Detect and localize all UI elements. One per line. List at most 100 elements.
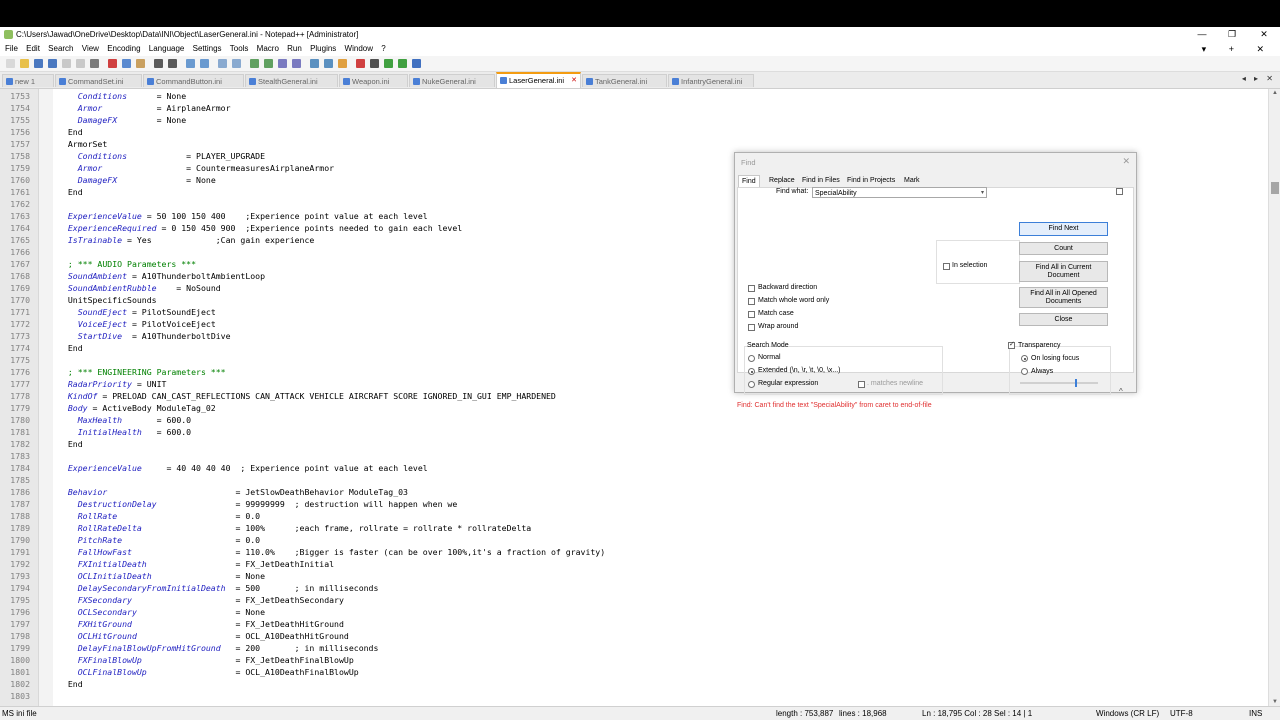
show-all-chars-icon[interactable] — [278, 59, 287, 68]
menu-file[interactable]: File — [5, 42, 18, 56]
menu-macro[interactable]: Macro — [257, 42, 279, 56]
menu-plugins[interactable]: Plugins — [310, 42, 336, 56]
menu-tools[interactable]: Tools — [230, 42, 249, 56]
transparency-checkbox[interactable] — [1008, 340, 1015, 349]
print-icon[interactable] — [90, 59, 99, 68]
find-options-checkbox[interactable] — [1116, 188, 1123, 195]
find-what-input[interactable]: SpecialAbility ▾ — [812, 187, 987, 198]
sync-scroll-icon[interactable] — [250, 59, 259, 68]
wrap-around-checkbox[interactable] — [748, 324, 755, 331]
function-list-icon[interactable] — [324, 59, 333, 68]
tab-scroll-arrows[interactable]: ◂ ▸ ✕ — [1242, 74, 1276, 83]
close-file-icon[interactable] — [62, 59, 71, 68]
slider-knob[interactable] — [1075, 379, 1077, 387]
dialog-close-icon[interactable]: ✕ — [1122, 156, 1130, 167]
save-all-icon[interactable] — [48, 59, 57, 68]
minimize-button[interactable]: — — [1190, 27, 1214, 42]
folder-workspace-icon[interactable] — [338, 59, 347, 68]
mode-regex-radio[interactable] — [748, 381, 755, 388]
in-selection-checkbox[interactable] — [943, 263, 950, 270]
collapse-arrow-icon[interactable]: ^ — [1119, 387, 1123, 396]
scrollbar-thumb[interactable] — [1271, 182, 1279, 194]
count-button[interactable]: Count — [1019, 242, 1108, 255]
word-wrap-icon[interactable] — [264, 59, 273, 68]
zoom-out-icon[interactable] — [232, 59, 241, 68]
find-next-button[interactable]: Find Next — [1019, 222, 1108, 236]
tab-mark[interactable]: Mark — [901, 175, 923, 186]
menu-search[interactable]: Search — [48, 42, 73, 56]
run-macro-multiple-icon[interactable] — [398, 59, 407, 68]
ini-text — [58, 619, 78, 629]
undo-icon[interactable] — [154, 59, 163, 68]
doc-map-icon[interactable] — [310, 59, 319, 68]
record-macro-icon[interactable] — [356, 59, 365, 68]
tab-infantrygeneral[interactable]: InfantryGeneral.ini — [668, 74, 754, 87]
tab-new-1[interactable]: new 1 — [2, 74, 54, 87]
menu-settings[interactable]: Settings — [193, 42, 222, 56]
close-window-button[interactable]: ✕ — [1252, 27, 1276, 42]
find-all-current-button[interactable]: Find All in Current Document — [1019, 261, 1108, 282]
fold-margin[interactable] — [39, 89, 53, 706]
tab-stealthgeneral[interactable]: StealthGeneral.ini — [245, 74, 338, 87]
tab-find[interactable]: Find — [738, 175, 760, 187]
new-file-icon[interactable] — [6, 59, 15, 68]
code-line: IsTrainable = Yes ;Can gain experience — [58, 235, 314, 245]
tab-find-in-files[interactable]: Find in Files — [799, 175, 843, 186]
redo-icon[interactable] — [168, 59, 177, 68]
line-number: 1771 — [10, 307, 30, 317]
tab-weapon[interactable]: Weapon.ini — [339, 74, 408, 87]
copy-icon[interactable] — [122, 59, 131, 68]
menu-view[interactable]: View — [82, 42, 99, 56]
mode-extended-radio[interactable] — [748, 368, 755, 375]
line-number: 1790 — [10, 535, 30, 545]
stop-macro-icon[interactable] — [370, 59, 379, 68]
close-all-icon[interactable] — [76, 59, 85, 68]
save-icon[interactable] — [34, 59, 43, 68]
ini-text — [58, 367, 68, 377]
match-whole-word-checkbox[interactable] — [748, 298, 755, 305]
vertical-scrollbar[interactable]: ▲ ▼ — [1268, 89, 1280, 706]
tab-commandbutton[interactable]: CommandButton.ini — [143, 74, 244, 87]
on-losing-focus-radio[interactable] — [1021, 355, 1028, 362]
menu-window[interactable]: Window — [345, 42, 373, 56]
menu-edit[interactable]: Edit — [26, 42, 40, 56]
backward-direction-checkbox[interactable] — [748, 285, 755, 292]
paste-icon[interactable] — [136, 59, 145, 68]
close-button[interactable]: Close — [1019, 313, 1108, 326]
chevron-down-icon[interactable]: ▾ — [981, 188, 984, 199]
always-radio[interactable] — [1021, 368, 1028, 375]
zoom-in-icon[interactable] — [218, 59, 227, 68]
matches-newline-checkbox[interactable] — [858, 381, 865, 388]
tab-replace[interactable]: Replace — [766, 175, 798, 186]
maximize-button[interactable]: ❐ — [1220, 27, 1244, 42]
replace-icon[interactable] — [200, 59, 209, 68]
mode-normal-radio[interactable] — [748, 355, 755, 362]
tab-find-in-projects[interactable]: Find in Projects — [844, 175, 898, 186]
menu-encoding[interactable]: Encoding — [107, 42, 140, 56]
transparency-slider[interactable] — [1020, 379, 1098, 387]
tab-lasergeneral[interactable]: LaserGeneral.ini ✕ — [496, 72, 581, 88]
status-encoding[interactable]: UTF-8 — [1170, 707, 1193, 720]
save-macro-icon[interactable] — [412, 59, 421, 68]
tab-commandset[interactable]: CommandSet.ini — [55, 74, 142, 87]
close-tab-icon[interactable]: ✕ — [571, 74, 577, 87]
status-eol[interactable]: Windows (CR LF) — [1096, 707, 1159, 720]
menu-help[interactable]: ? — [381, 42, 385, 56]
tab-tankgeneral[interactable]: TankGeneral.ini — [582, 74, 667, 87]
line-number: 1754 — [10, 103, 30, 113]
scroll-down-icon[interactable]: ▼ — [1269, 699, 1280, 705]
play-macro-icon[interactable] — [384, 59, 393, 68]
menu-language[interactable]: Language — [149, 42, 185, 56]
line-number: 1768 — [10, 271, 30, 281]
indent-guide-icon[interactable] — [292, 59, 301, 68]
find-icon[interactable] — [186, 59, 195, 68]
cut-icon[interactable] — [108, 59, 117, 68]
ini-text — [58, 307, 78, 317]
menu-run[interactable]: Run — [287, 42, 302, 56]
match-case-checkbox[interactable] — [748, 311, 755, 318]
find-all-opened-button[interactable]: Find All in All Opened Documents — [1019, 287, 1108, 308]
menubar-doc-controls[interactable]: ▾ + ✕ — [1202, 42, 1274, 56]
tab-nukegeneral[interactable]: NukeGeneral.ini — [409, 74, 495, 87]
open-file-icon[interactable] — [20, 59, 29, 68]
scroll-up-icon[interactable]: ▲ — [1269, 90, 1280, 96]
